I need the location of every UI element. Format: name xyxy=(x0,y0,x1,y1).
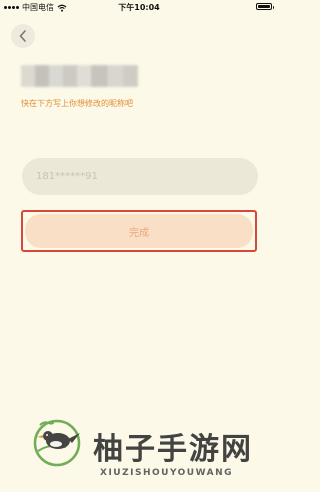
chevron-left-icon xyxy=(19,30,26,42)
bird-logo-icon xyxy=(33,419,81,467)
nickname-hint: 快在下方写上你想修改的昵称吧 xyxy=(21,99,133,108)
nickname-input[interactable] xyxy=(22,158,258,195)
battery-icon xyxy=(256,3,274,10)
watermark: 柚子手游网 XIUZISHOUYOUWANG xyxy=(30,410,270,485)
done-button[interactable]: 完成 xyxy=(25,214,253,248)
status-time: 下午10:04 xyxy=(118,3,160,12)
back-button[interactable] xyxy=(11,24,35,48)
watermark-title: 柚子手游网 xyxy=(93,432,253,467)
status-right xyxy=(256,3,274,10)
watermark-subtitle: XIUZISHOUYOUWANG xyxy=(100,468,234,478)
status-bar: 中国电信 下午10:04 xyxy=(0,0,278,14)
done-button-highlight: 完成 xyxy=(21,210,257,252)
current-nickname-blurred xyxy=(21,65,138,87)
